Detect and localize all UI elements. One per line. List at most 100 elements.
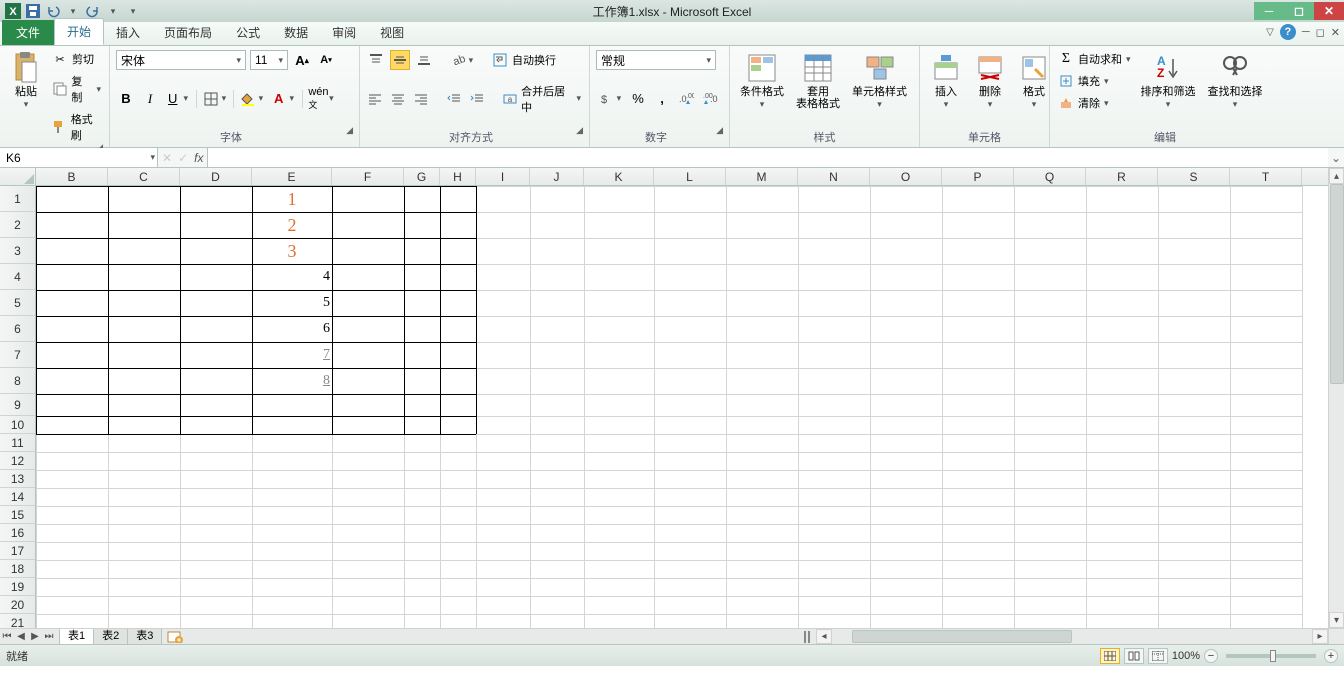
row-header[interactable]: 14: [0, 488, 35, 506]
cell-value[interactable]: 2: [254, 212, 330, 238]
row-header[interactable]: 4: [0, 264, 35, 290]
orientation-icon[interactable]: ab▾: [448, 50, 476, 70]
window-minimize-icon[interactable]: ─: [1302, 26, 1310, 38]
help-icon[interactable]: ?: [1280, 24, 1296, 40]
delete-cells-button[interactable]: 删除▾: [970, 50, 1010, 112]
scroll-up-icon[interactable]: ▴: [1329, 168, 1344, 184]
align-right-icon[interactable]: [412, 89, 431, 109]
tab-home[interactable]: 开始: [54, 18, 104, 45]
paste-button[interactable]: 粘贴▾: [6, 50, 46, 112]
fill-button[interactable]: 填充▾: [1056, 72, 1133, 90]
column-header[interactable]: L: [654, 168, 726, 185]
wrap-text-button[interactable]: 自动换行: [490, 51, 558, 69]
row-header[interactable]: 19: [0, 578, 35, 596]
zoom-slider[interactable]: [1226, 654, 1316, 658]
maximize-button[interactable]: ◻: [1284, 2, 1314, 20]
row-header[interactable]: 1: [0, 186, 35, 212]
phonetic-button[interactable]: wén文▾: [307, 89, 335, 109]
font-name-combo[interactable]: 宋体▾: [116, 50, 246, 70]
page-layout-view-button[interactable]: [1124, 648, 1144, 664]
vscroll-thumb[interactable]: [1330, 184, 1344, 384]
column-header[interactable]: S: [1158, 168, 1230, 185]
align-middle-icon[interactable]: [390, 50, 410, 70]
row-header[interactable]: 8: [0, 368, 35, 394]
increase-indent-icon[interactable]: [468, 89, 487, 109]
window-close-icon[interactable]: ✕: [1331, 26, 1340, 39]
scroll-down-icon[interactable]: ▾: [1329, 612, 1344, 628]
row-header[interactable]: 17: [0, 542, 35, 560]
minimize-button[interactable]: ─: [1254, 2, 1284, 20]
column-header[interactable]: R: [1086, 168, 1158, 185]
sheet-tab[interactable]: 表2: [93, 629, 128, 645]
cell-value[interactable]: 6: [254, 316, 330, 342]
hscroll-thumb[interactable]: [852, 630, 1072, 643]
tab-split-handle[interactable]: [800, 628, 816, 644]
find-select-button[interactable]: 查找和选择▾: [1204, 50, 1267, 112]
align-left-icon[interactable]: [366, 89, 385, 109]
sort-filter-button[interactable]: AZ排序和筛选▾: [1137, 50, 1200, 112]
minimize-ribbon-icon[interactable]: ▽: [1266, 27, 1274, 38]
column-header[interactable]: F: [332, 168, 404, 185]
underline-button[interactable]: U▾: [164, 89, 192, 109]
font-color-button[interactable]: A▾: [270, 89, 298, 109]
decrease-indent-icon[interactable]: [445, 89, 464, 109]
vertical-scrollbar[interactable]: ▴ ▾: [1328, 168, 1344, 628]
row-header[interactable]: 13: [0, 470, 35, 488]
cell-value[interactable]: 5: [254, 290, 330, 316]
enter-formula-icon[interactable]: ✓: [178, 151, 188, 165]
column-header[interactable]: J: [530, 168, 584, 185]
format-cells-button[interactable]: 格式▾: [1014, 50, 1054, 112]
new-sheet-button[interactable]: [166, 630, 184, 644]
cut-button[interactable]: ✂剪切: [50, 50, 103, 68]
alignment-launcher-icon[interactable]: ◢: [576, 125, 583, 145]
number-launcher-icon[interactable]: ◢: [716, 125, 723, 145]
zoom-out-button[interactable]: −: [1204, 649, 1218, 663]
scroll-right-icon[interactable]: ▸: [1312, 629, 1328, 644]
row-header[interactable]: 18: [0, 560, 35, 578]
sheet-tab[interactable]: 表3: [127, 629, 162, 645]
format-table-button[interactable]: 套用 表格格式: [792, 50, 844, 112]
save-icon[interactable]: [24, 2, 42, 20]
clear-button[interactable]: 清除▾: [1056, 94, 1133, 112]
insert-cells-button[interactable]: 插入▾: [926, 50, 966, 112]
scroll-left-icon[interactable]: ◂: [816, 629, 832, 644]
align-center-icon[interactable]: [389, 89, 408, 109]
column-header[interactable]: O: [870, 168, 942, 185]
cell-value[interactable]: 1: [254, 186, 330, 212]
tab-formulas[interactable]: 公式: [224, 20, 272, 45]
align-bottom-icon[interactable]: [414, 50, 434, 70]
row-header[interactable]: 9: [0, 394, 35, 416]
column-header[interactable]: I: [476, 168, 530, 185]
zoom-level[interactable]: 100%: [1172, 650, 1200, 662]
font-launcher-icon[interactable]: ◢: [346, 125, 353, 145]
row-header[interactable]: 2: [0, 212, 35, 238]
sheet-nav-button[interactable]: ▶: [28, 630, 42, 644]
name-box[interactable]: K6▾: [0, 148, 158, 167]
column-header[interactable]: P: [942, 168, 1014, 185]
percent-format-icon[interactable]: %: [628, 89, 648, 109]
tab-review[interactable]: 审阅: [320, 20, 368, 45]
font-size-combo[interactable]: 11▾: [250, 50, 288, 70]
sheet-nav-button[interactable]: ⏭: [42, 630, 56, 644]
column-header[interactable]: H: [440, 168, 476, 185]
page-break-view-button[interactable]: [1148, 648, 1168, 664]
row-header[interactable]: 7: [0, 342, 35, 368]
normal-view-button[interactable]: [1100, 648, 1120, 664]
column-header[interactable]: Q: [1014, 168, 1086, 185]
expand-formula-bar-icon[interactable]: ⌄: [1328, 148, 1344, 167]
number-format-combo[interactable]: 常规▾: [596, 50, 716, 70]
column-header[interactable]: C: [108, 168, 180, 185]
row-header[interactable]: 20: [0, 596, 35, 614]
tab-insert[interactable]: 插入: [104, 20, 152, 45]
format-painter-button[interactable]: 格式刷: [50, 110, 103, 144]
merge-center-button[interactable]: a合并后居中▾: [500, 82, 583, 116]
cell-value[interactable]: 3: [254, 238, 330, 264]
zoom-in-button[interactable]: +: [1324, 649, 1338, 663]
conditional-format-button[interactable]: 条件格式▾: [736, 50, 788, 112]
sheet-nav-button[interactable]: ◀: [14, 630, 28, 644]
bold-button[interactable]: B: [116, 89, 136, 109]
borders-button[interactable]: ▾: [201, 89, 229, 109]
sheet-nav-button[interactable]: ⏮: [0, 630, 14, 644]
row-header[interactable]: 5: [0, 290, 35, 316]
row-header[interactable]: 16: [0, 524, 35, 542]
